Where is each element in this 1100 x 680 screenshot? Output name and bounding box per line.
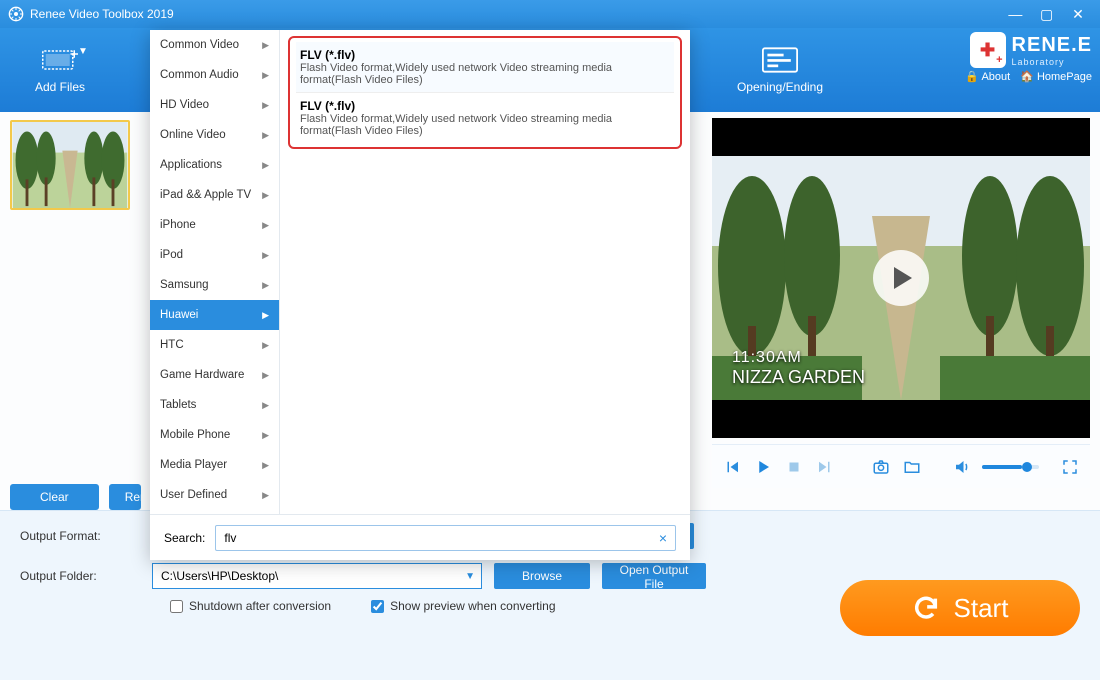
category-item[interactable]: Tablets▶ — [150, 390, 279, 420]
category-item[interactable]: HTC▶ — [150, 330, 279, 360]
shutdown-checkbox[interactable]: Shutdown after conversion — [170, 599, 331, 613]
player-controls — [712, 444, 1090, 488]
fullscreen-button[interactable] — [1059, 456, 1080, 478]
search-label: Search: — [164, 531, 205, 545]
category-item[interactable]: Common Audio▶ — [150, 60, 279, 90]
brand-logo-icon: ✚ — [970, 32, 1006, 68]
stop-button[interactable] — [784, 456, 805, 478]
search-box[interactable]: × — [215, 525, 676, 551]
caption-time: 11:30AM — [732, 349, 865, 367]
maximize-button[interactable]: ▢ — [1033, 6, 1061, 23]
format-item[interactable]: FLV (*.flv)Flash Video format,Widely use… — [296, 93, 674, 143]
category-item[interactable]: Applications▶ — [150, 150, 279, 180]
browse-button[interactable]: Browse — [494, 563, 590, 589]
output-folder-combo[interactable]: C:\Users\HP\Desktop\ ▼ — [152, 563, 482, 589]
output-folder-value: C:\Users\HP\Desktop\ — [161, 569, 278, 583]
homepage-link[interactable]: 🏠 HomePage — [1020, 70, 1092, 83]
category-item[interactable]: Mobile Phone▶ — [150, 420, 279, 450]
start-label: Start — [954, 593, 1009, 624]
film-add-icon — [42, 46, 78, 74]
refresh-icon — [912, 594, 940, 622]
output-folder-label: Output Folder: — [20, 569, 140, 583]
category-item[interactable]: Media Player▶ — [150, 450, 279, 480]
remove-button[interactable]: Remove — [109, 484, 141, 510]
format-list: FLV (*.flv)Flash Video format,Widely use… — [280, 30, 690, 514]
format-highlight-box: FLV (*.flv)Flash Video format,Widely use… — [288, 36, 682, 149]
brand-area: ✚ RENE.E Laboratory 🔒 About 🏠 HomePage — [965, 32, 1092, 83]
add-files-label: Add Files — [35, 80, 85, 94]
source-thumbnail[interactable] — [10, 120, 130, 210]
category-item[interactable]: Online Video▶ — [150, 120, 279, 150]
thumbnail-scene — [12, 122, 128, 208]
subtitle-icon — [762, 46, 798, 74]
open-output-file-button[interactable]: Open Output File — [602, 563, 706, 589]
category-item[interactable]: HD Video▶ — [150, 90, 279, 120]
clear-button[interactable]: Clear — [10, 484, 99, 510]
opening-ending-button[interactable]: Opening/Ending — [730, 30, 830, 110]
chevron-down-icon: ▼ — [465, 571, 475, 582]
brand-name: RENE.E — [1012, 34, 1092, 57]
app-icon — [8, 6, 24, 22]
app-title: Renee Video Toolbox 2019 — [30, 7, 174, 21]
window-controls: — ▢ ✕ — [1001, 6, 1092, 23]
chevron-down-icon: ▼ — [78, 46, 88, 57]
brand-sub: Laboratory — [1012, 57, 1092, 67]
category-item[interactable]: Huawei▶ — [150, 300, 279, 330]
category-item[interactable]: Samsung▶ — [150, 270, 279, 300]
next-button[interactable] — [814, 456, 835, 478]
play-button[interactable] — [753, 456, 774, 478]
title-bar: Renee Video Toolbox 2019 — ▢ ✕ — [0, 0, 1100, 28]
format-popup: Common Video▶Common Audio▶HD Video▶Onlin… — [150, 30, 690, 560]
category-item[interactable]: Common Video▶ — [150, 30, 279, 60]
add-files-button[interactable]: Add Files ▼ — [10, 30, 110, 110]
close-button[interactable]: ✕ — [1064, 6, 1092, 23]
category-item[interactable]: Game Hardware▶ — [150, 360, 279, 390]
category-list[interactable]: Common Video▶Common Audio▶HD Video▶Onlin… — [150, 30, 280, 514]
list-action-buttons: Clear Remove — [10, 484, 141, 510]
preview-panel: 11:30AM NIZZA GARDEN — [712, 118, 1090, 438]
minimize-button[interactable]: — — [1001, 6, 1029, 22]
opening-ending-label: Opening/Ending — [737, 80, 823, 94]
volume-icon[interactable] — [952, 456, 973, 478]
preview-caption: 11:30AM NIZZA GARDEN — [732, 349, 865, 388]
caption-place: NIZZA GARDEN — [732, 367, 865, 388]
clear-search-icon[interactable]: × — [659, 530, 667, 546]
format-item[interactable]: FLV (*.flv)Flash Video format,Widely use… — [296, 42, 674, 93]
category-item[interactable]: iPod▶ — [150, 240, 279, 270]
play-overlay-button[interactable] — [873, 250, 929, 306]
about-link[interactable]: 🔒 About — [965, 70, 1010, 83]
prev-button[interactable] — [722, 456, 743, 478]
search-input[interactable] — [224, 531, 658, 545]
popup-search-row: Search: × — [150, 514, 690, 560]
output-format-label: Output Format: — [20, 529, 140, 543]
start-button[interactable]: Start — [840, 580, 1080, 636]
snapshot-button[interactable] — [870, 456, 891, 478]
category-item[interactable]: iPhone▶ — [150, 210, 279, 240]
show-preview-checkbox[interactable]: Show preview when converting — [371, 599, 555, 613]
category-item[interactable]: iPad && Apple TV▶ — [150, 180, 279, 210]
open-folder-button[interactable] — [901, 456, 922, 478]
category-item[interactable]: User Defined▶ — [150, 480, 279, 510]
volume-slider[interactable] — [982, 465, 1039, 469]
